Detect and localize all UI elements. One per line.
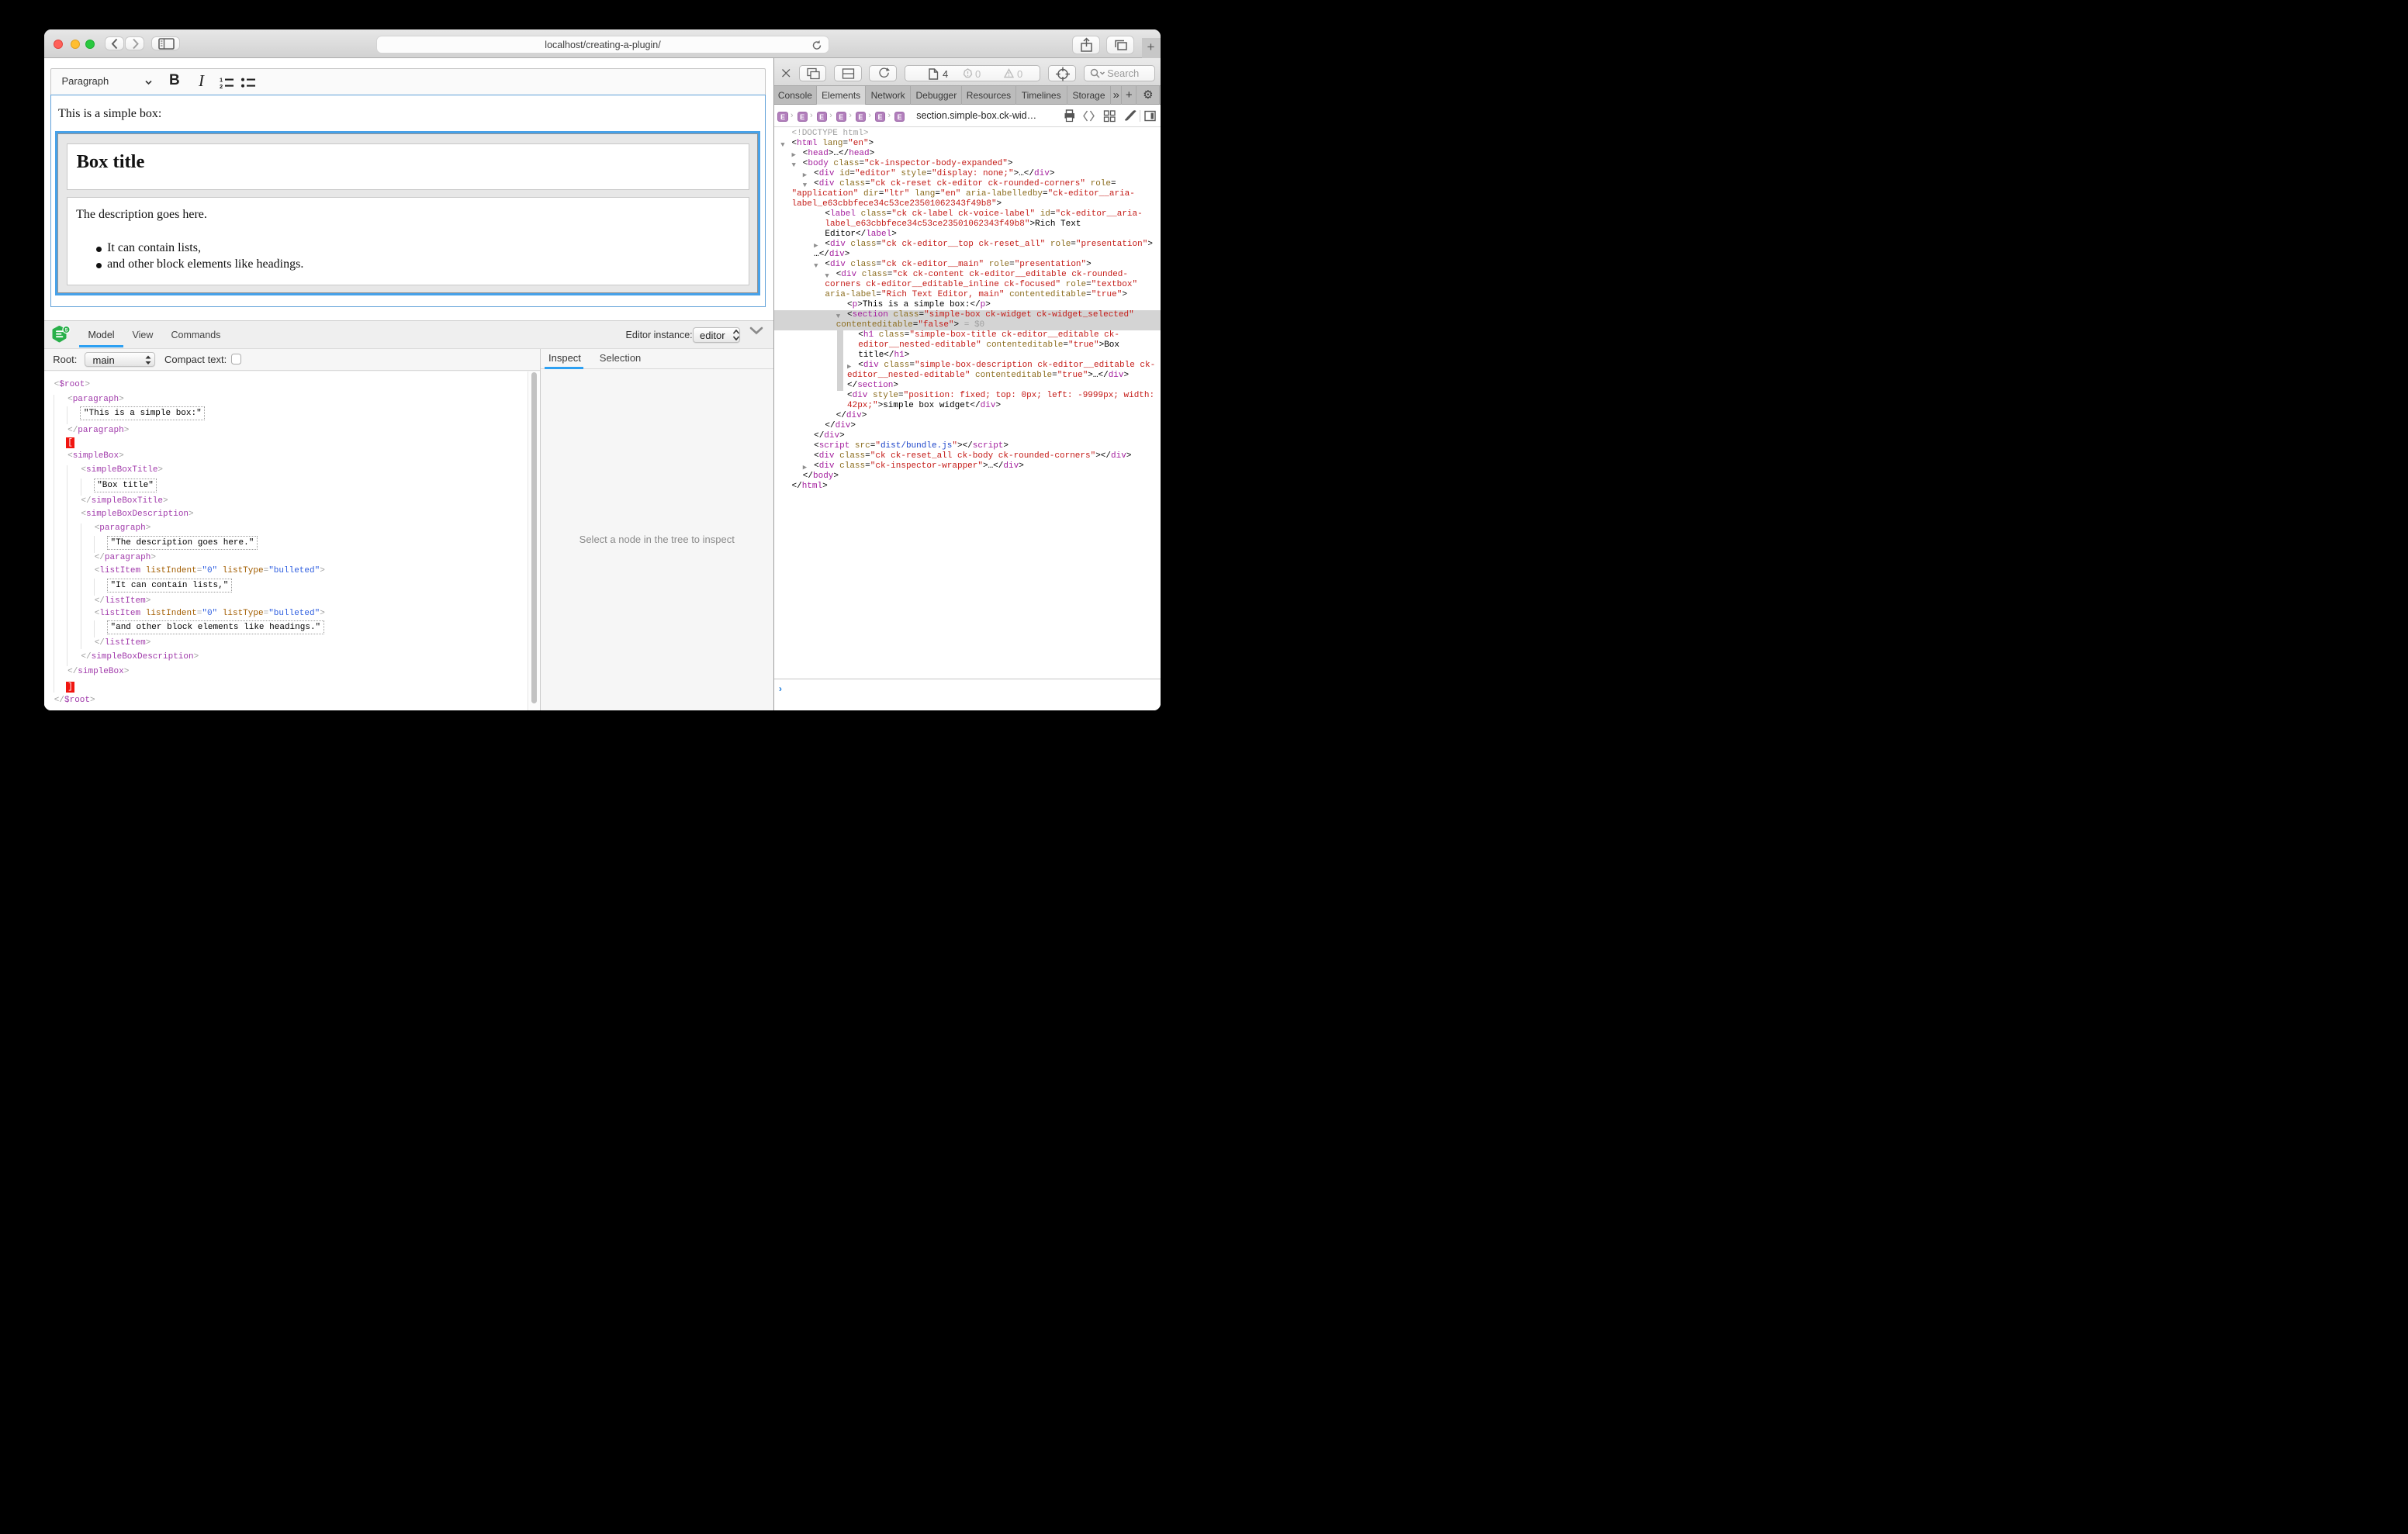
- svg-text:2: 2: [220, 83, 223, 88]
- svg-text:0: 0: [1017, 68, 1022, 80]
- svg-text:0: 0: [975, 68, 981, 80]
- svg-text:5: 5: [65, 327, 68, 333]
- svg-text:4: 4: [943, 68, 948, 80]
